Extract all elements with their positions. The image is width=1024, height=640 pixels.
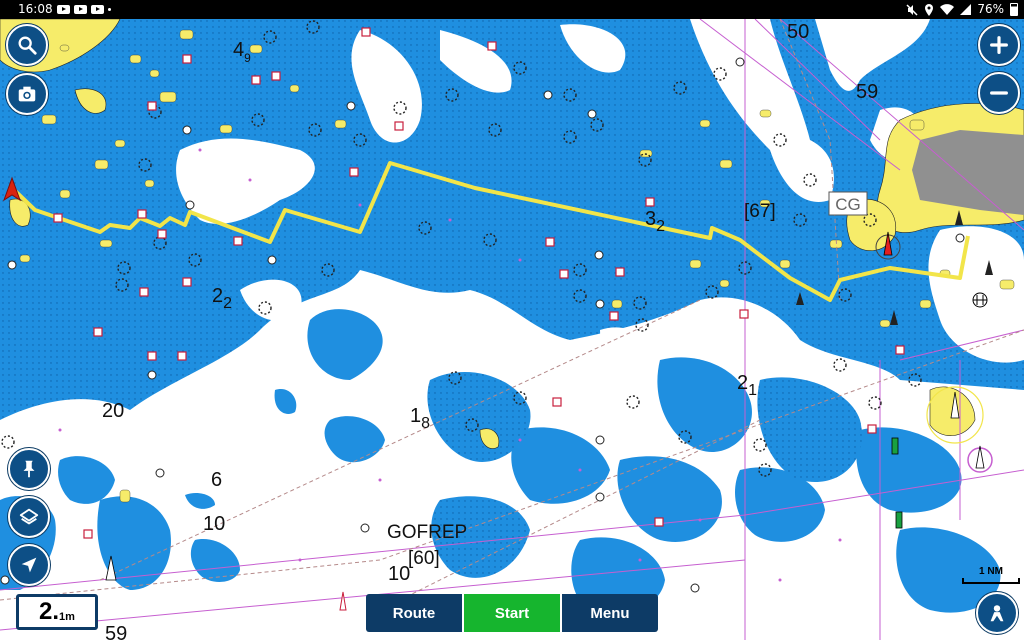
search-icon [18, 36, 37, 55]
depth-label: [60] [408, 548, 440, 569]
depth-label: GOFREP [387, 522, 467, 543]
depth-label: 59 [856, 81, 878, 103]
depth-readout[interactable]: 2. 1 m [16, 594, 98, 630]
mute-icon [906, 3, 918, 16]
depth-label: 59 [105, 623, 127, 640]
youtube-icon [90, 5, 104, 14]
locate-button[interactable] [8, 544, 50, 586]
depth-label: 6 [211, 469, 222, 491]
plus-icon [990, 36, 1008, 54]
status-bar: 16:08 76% [0, 0, 1024, 19]
dot-icon [107, 8, 111, 11]
zoom-out-button[interactable] [978, 72, 1020, 114]
navigation-bar: Route Start Menu [366, 594, 658, 632]
youtube-icon [73, 5, 87, 14]
pin-button[interactable] [8, 448, 50, 490]
depth-label: 10 [203, 513, 225, 535]
search-button[interactable] [6, 24, 48, 66]
status-time: 16:08 [18, 2, 53, 16]
signal-icon [960, 4, 972, 15]
person-icon [990, 605, 1004, 622]
scale-label: 1 NM [979, 566, 1003, 577]
camera-icon [18, 86, 36, 102]
depth-label: 50 [787, 21, 809, 43]
scale-bar: 1 NM [962, 566, 1020, 586]
route-button[interactable]: Route [366, 594, 462, 632]
depth-label: 20 [102, 400, 124, 422]
camera-button[interactable] [6, 73, 48, 115]
minus-icon [990, 91, 1008, 95]
depth-value: 2. [39, 598, 60, 625]
cg-label: CG [835, 195, 861, 214]
pin-icon [23, 460, 35, 478]
navigation-arrow-icon [21, 557, 37, 573]
nautical-chart[interactable]: CG 49 50 59 32 [67] 22 21 20 18 6 10 GOF… [0, 19, 1024, 640]
menu-button[interactable]: Menu [560, 594, 658, 632]
wifi-icon [940, 4, 955, 15]
depth-label: [67] [744, 201, 776, 222]
depth-label: 10 [388, 563, 410, 585]
youtube-icon [56, 5, 70, 14]
depth-unit: m [65, 611, 75, 623]
layers-button[interactable] [8, 496, 50, 538]
battery-percent: 76% [977, 2, 1004, 16]
battery-icon [1010, 3, 1018, 16]
location-icon [925, 3, 934, 16]
profile-button[interactable] [976, 592, 1018, 634]
scale-line [962, 578, 1020, 584]
layers-icon [19, 508, 39, 525]
start-button[interactable]: Start [462, 594, 560, 632]
zoom-in-button[interactable] [978, 24, 1020, 66]
